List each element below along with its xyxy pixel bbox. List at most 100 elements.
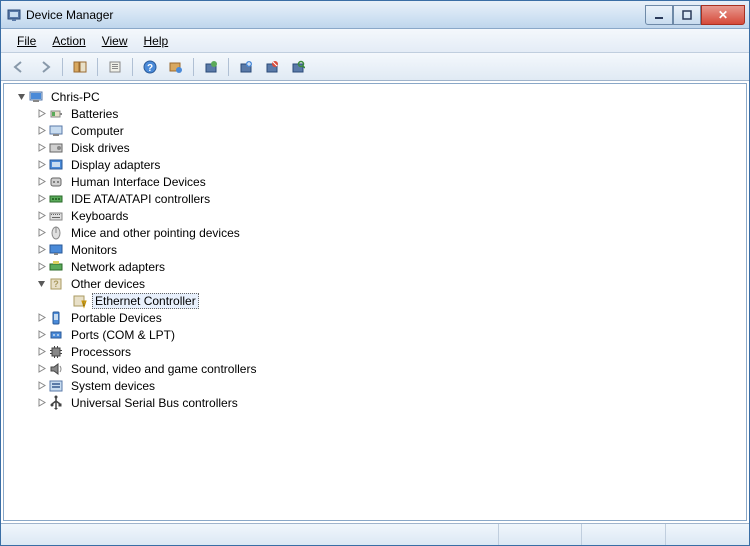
toolbar-separator [132,58,133,76]
toolbar: ? [1,53,749,81]
expand-icon[interactable] [36,109,46,119]
menu-view[interactable]: View [94,31,136,51]
svg-text:?: ? [147,63,153,74]
minimize-button[interactable] [645,5,673,25]
category-icon [48,327,64,343]
tree-category[interactable]: System devices [36,377,746,394]
disable-button[interactable] [260,56,284,78]
category-label[interactable]: Keyboards [68,208,131,224]
menu-help[interactable]: Help [136,31,177,51]
collapse-icon[interactable] [16,92,26,102]
expand-icon[interactable] [36,330,46,340]
tree-category[interactable]: Keyboards [36,207,746,224]
show-hide-tree-button[interactable] [68,56,92,78]
expand-icon[interactable] [36,160,46,170]
expand-icon[interactable] [36,313,46,323]
expand-icon[interactable] [36,364,46,374]
expand-icon[interactable] [36,381,46,391]
tree-category[interactable]: ? Other devices [36,275,746,292]
category-label[interactable]: Mice and other pointing devices [68,225,243,241]
category-label[interactable]: Sound, video and game controllers [68,361,259,377]
window-controls: ✕ [645,5,745,25]
expand-icon[interactable] [36,177,46,187]
tree-category[interactable]: Computer [36,122,746,139]
category-icon [48,208,64,224]
expand-icon[interactable] [36,194,46,204]
menu-action[interactable]: Action [44,31,93,51]
status-cell [581,524,665,545]
uninstall-button[interactable] [234,56,258,78]
category-icon [48,140,64,156]
window-title: Device Manager [26,8,645,22]
category-label[interactable]: Network adapters [68,259,168,275]
category-icon: ? [48,276,64,292]
expand-icon[interactable] [36,398,46,408]
category-icon [48,191,64,207]
expand-icon[interactable] [36,347,46,357]
properties-button[interactable] [103,56,127,78]
category-label[interactable]: Universal Serial Bus controllers [68,395,241,411]
status-cell [665,524,749,545]
category-label[interactable]: Monitors [68,242,120,258]
toolbar-separator [193,58,194,76]
category-label[interactable]: Other devices [68,276,148,292]
category-label[interactable]: Display adapters [68,157,163,173]
update-driver-button[interactable] [199,56,223,78]
tree-root-label[interactable]: Chris-PC [48,89,103,105]
device-tree-panel[interactable]: Chris-PC BatteriesComputerDisk drivesDis… [3,83,747,521]
toolbar-separator [62,58,63,76]
category-icon [48,157,64,173]
category-icon [48,123,64,139]
category-label[interactable]: Batteries [68,106,121,122]
tree-category[interactable]: Human Interface Devices [36,173,746,190]
collapse-icon[interactable] [36,279,46,289]
menu-file[interactable]: File [9,31,44,51]
tree-category[interactable]: Universal Serial Bus controllers [36,394,746,411]
category-label[interactable]: System devices [68,378,158,394]
tree-category[interactable]: Network adapters [36,258,746,275]
expand-icon[interactable] [36,143,46,153]
tree-category[interactable]: Processors [36,343,746,360]
tree-category[interactable]: Sound, video and game controllers [36,360,746,377]
close-button[interactable]: ✕ [701,5,745,25]
tree-category[interactable]: IDE ATA/ATAPI controllers [36,190,746,207]
category-icon [48,344,64,360]
category-label[interactable]: Ports (COM & LPT) [68,327,178,343]
expand-icon[interactable] [36,211,46,221]
svg-text:?: ? [53,279,59,289]
tree-root[interactable]: Chris-PC [16,88,746,105]
tree-category[interactable]: Monitors [36,241,746,258]
expand-icon[interactable] [36,245,46,255]
help-button[interactable]: ? [138,56,162,78]
scan-changes-button[interactable] [164,56,188,78]
category-label[interactable]: Disk drives [68,140,133,156]
tree-device[interactable]: !Ethernet Controller [72,292,746,309]
tree-category[interactable]: Display adapters [36,156,746,173]
device-label[interactable]: Ethernet Controller [92,293,199,309]
tree-category[interactable]: Batteries [36,105,746,122]
category-icon [48,259,64,275]
tree-category[interactable]: Ports (COM & LPT) [36,326,746,343]
scan-hardware-button[interactable] [286,56,310,78]
category-label[interactable]: Human Interface Devices [68,174,209,190]
tree-category[interactable]: Disk drives [36,139,746,156]
category-label[interactable]: Processors [68,344,134,360]
back-button[interactable] [7,56,31,78]
expand-icon[interactable] [36,126,46,136]
tree-category[interactable]: Portable Devices [36,309,746,326]
tree-category[interactable]: Mice and other pointing devices [36,224,746,241]
category-icon [48,361,64,377]
category-icon [48,395,64,411]
forward-button[interactable] [33,56,57,78]
expand-icon[interactable] [36,262,46,272]
category-label[interactable]: Computer [68,123,127,139]
category-label[interactable]: Portable Devices [68,310,165,326]
titlebar[interactable]: Device Manager ✕ [1,1,749,29]
category-icon [48,174,64,190]
device-manager-window: Device Manager ✕ File Action View Help ? [0,0,750,546]
app-icon [7,8,21,22]
warning-device-icon: ! [72,293,88,309]
maximize-button[interactable] [673,5,701,25]
category-label[interactable]: IDE ATA/ATAPI controllers [68,191,213,207]
expand-icon[interactable] [36,228,46,238]
